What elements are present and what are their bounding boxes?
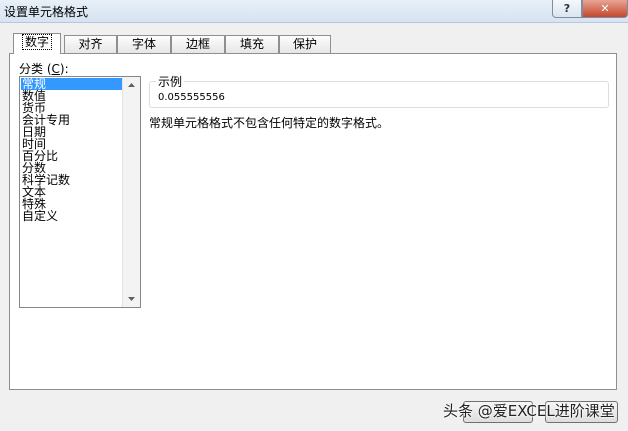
format-description: 常规单元格格式不包含任何特定的数字格式。 <box>149 116 390 130</box>
sample-value: 0.055555556 <box>158 92 225 103</box>
tab-font[interactable]: 字体 <box>117 35 171 53</box>
tab-label: 字体 <box>131 37 156 51</box>
tab-protection[interactable]: 保护 <box>279 35 331 53</box>
category-item-custom[interactable]: 自定义 <box>21 210 123 222</box>
triangle-down-icon <box>128 297 135 301</box>
category-label: 分类 (C): <box>19 62 69 76</box>
tab-number[interactable]: 数字 <box>13 33 61 54</box>
close-button[interactable]: ✕ <box>582 0 628 18</box>
tab-label: 填充 <box>239 37 264 51</box>
window-title: 设置单元格格式 <box>4 5 89 19</box>
category-listbox[interactable]: 常规 数值 货币 会计专用 日期 时间 百分比 分数 科学记数 文本 特殊 自定… <box>19 76 141 308</box>
tab-label: 对齐 <box>78 37 103 51</box>
watermark: 头条 @爱EXCEL进阶课堂 <box>443 402 615 420</box>
number-tab-panel: 分类 (C): 常规 数值 货币 会计专用 日期 时间 百分比 分数 科学记数 … <box>9 53 617 390</box>
category-list: 常规 数值 货币 会计专用 日期 时间 百分比 分数 科学记数 文本 特殊 自定… <box>21 78 123 222</box>
tab-alignment[interactable]: 对齐 <box>64 35 117 53</box>
tab-border[interactable]: 边框 <box>171 35 225 53</box>
tab-fill[interactable]: 填充 <box>225 35 279 53</box>
sample-legend: 示例 <box>156 73 185 90</box>
tab-label: 保护 <box>292 37 317 51</box>
sample-group: 示例 0.055555556 <box>149 73 609 108</box>
title-bar: 设置单元格格式 ? ✕ <box>0 0 628 23</box>
tab-label: 边框 <box>185 37 210 51</box>
tab-label: 数字 <box>21 34 53 50</box>
help-button[interactable]: ? <box>552 0 582 18</box>
triangle-up-icon <box>128 83 135 87</box>
scroll-down-icon[interactable] <box>123 290 140 307</box>
scroll-up-icon[interactable] <box>123 77 140 94</box>
category-scrollbar[interactable] <box>122 77 140 307</box>
